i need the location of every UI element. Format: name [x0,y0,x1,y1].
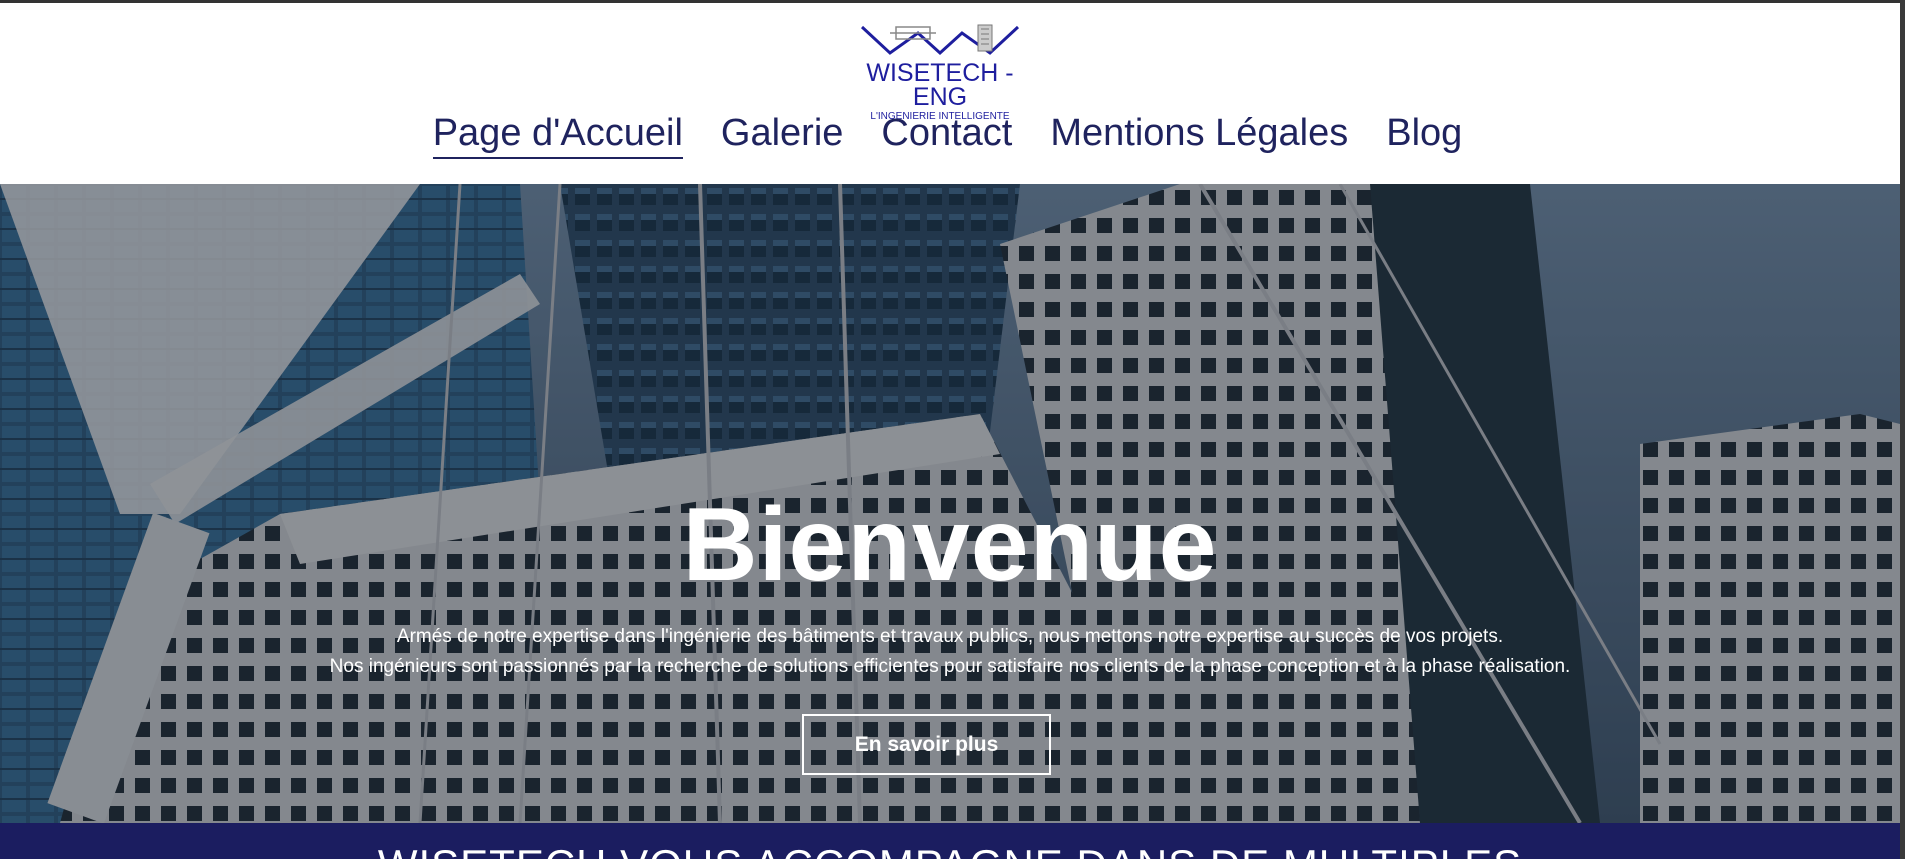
site-logo[interactable]: WISETECH - ENG L'INGENIERIE INTELLIGENTE [845,23,1035,122]
services-band: WISETECH VOUS ACCOMPAGNE DANS DE MULTIPL… [0,823,1900,859]
nav-item-galerie[interactable]: Galerie [702,111,863,155]
nav-item-contact[interactable]: Contact [862,111,1031,155]
nav-item-mentions-legales[interactable]: Mentions Légales [1031,111,1367,155]
site-header: WISETECH - ENG L'INGENIERIE INTELLIGENTE… [0,3,1900,184]
window-scrollbar[interactable] [1900,0,1905,859]
hero-description-line-1: Armés de notre expertise dans l'ingénier… [396,626,1504,647]
logo-name: WISETECH - ENG [866,59,1014,111]
hero-title: Bienvenue [682,487,1218,603]
nav-item-accueil[interactable]: Page d'Accueil [414,111,702,159]
learn-more-button[interactable]: En savoir plus [802,714,1051,775]
nav-item-blog[interactable]: Blog [1367,111,1481,155]
services-heading: WISETECH VOUS ACCOMPAGNE DANS DE MULTIPL… [0,841,1900,859]
main-nav: Page d'Accueil Galerie Contact Mentions … [0,105,1900,161]
hero-description-line-2: Nos ingénieurs sont passionnés par la re… [329,656,1571,677]
hero-section: Bienvenue Armés de notre expertise dans … [0,184,1900,823]
logo-building-icon [860,24,1020,56]
